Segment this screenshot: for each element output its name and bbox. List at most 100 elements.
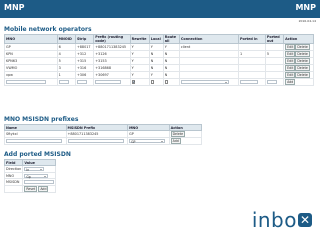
edit-button[interactable]: Edit — [285, 72, 296, 78]
ported-out-input[interactable] — [266, 80, 277, 84]
edit-button[interactable]: Edit — [285, 51, 296, 57]
delete-button[interactable]: Delete — [295, 72, 310, 78]
logo-x-icon: ✕ — [298, 213, 312, 227]
new-operator-row: Add — [4, 78, 314, 86]
input-cell — [93, 78, 131, 86]
value-cell: In — [22, 165, 57, 173]
inbox-logo: inbo ✕ — [252, 208, 312, 232]
action-cell: Edit Delete — [283, 43, 314, 51]
mno-select[interactable]: GP — [129, 139, 166, 144]
empty-cell — [3, 185, 24, 194]
route-all-checkbox[interactable] — [164, 80, 169, 84]
connection-value — [178, 71, 240, 79]
action-cell: Add — [168, 137, 203, 145]
mno-name: KPN — [4, 50, 58, 58]
col-header: Ported out — [264, 34, 285, 44]
prefix-value: +316868 — [93, 64, 131, 72]
prefix-value: +3153 — [93, 57, 131, 65]
field-label: MSISDN — [3, 178, 24, 187]
ported-out-count — [264, 57, 285, 65]
section-title-operators: Mobile network operators — [4, 26, 92, 33]
input-cell — [178, 78, 240, 86]
strip-value: +306 — [74, 71, 95, 79]
prefix-name: Sftykxl — [4, 130, 67, 138]
ported-out-count — [264, 64, 285, 72]
delete-button[interactable]: Delete — [295, 58, 310, 64]
local-checkbox[interactable] — [150, 80, 155, 84]
strip-value: +312 — [74, 50, 95, 58]
col-header: Prefix (routing code) — [93, 34, 131, 44]
table-row: KPN63 5 +315 +3153 Y N N Edit Delete — [4, 57, 314, 65]
delete-button[interactable]: Delete — [295, 51, 310, 57]
edit-button[interactable]: Edit — [285, 58, 296, 64]
prefixes-table: Name MSISDN Prefix MNO Action Sftykxl +8… — [4, 124, 203, 145]
msisdn-input[interactable] — [24, 180, 55, 185]
rewrite-flag: Y — [129, 64, 150, 72]
mno-id: 3 — [56, 64, 76, 72]
prefix-value-input[interactable] — [67, 139, 124, 143]
form-actions-row: Reset Add — [3, 185, 57, 194]
value-cell — [22, 178, 57, 187]
table-row: vpw 1 +306 +30697 Y Y N Edit Delete — [4, 71, 314, 79]
connection-value: client — [178, 43, 240, 51]
prefix-value: +3126 — [93, 50, 131, 58]
connection-select[interactable] — [180, 80, 229, 84]
ported-in-count — [238, 71, 266, 79]
rewrite-checkbox[interactable] — [131, 80, 136, 84]
section-title-prefixes: MNO MSISDN prefixes — [4, 116, 79, 123]
add-ported-button[interactable]: Add — [38, 186, 49, 193]
action-cell: Delete — [168, 130, 203, 138]
prefix-value: +8801711383245 — [93, 43, 131, 51]
delete-button[interactable]: Delete — [295, 44, 310, 50]
date-label: 2016-04-14 — [298, 19, 316, 23]
value-cell: Gp — [22, 171, 57, 180]
local-flag: N — [148, 50, 164, 58]
col-header: Ported in — [238, 34, 266, 44]
mno-select[interactable]: Gp — [24, 173, 49, 179]
route-all-flag: N — [162, 71, 180, 79]
ported-in-count — [238, 57, 266, 65]
app-header: MNP MNP — [0, 0, 320, 18]
operators-header-row: MNO MNOID Strip Prefix (routing code) Re… — [4, 34, 314, 44]
mno-name: KPN63 — [4, 57, 58, 65]
operators-table: MNO MNOID Strip Prefix (routing code) Re… — [4, 34, 314, 86]
local-flag: N — [148, 57, 164, 65]
delete-button[interactable]: Delete — [295, 65, 310, 71]
mno-id: 5 — [56, 57, 76, 65]
mno-input[interactable] — [6, 80, 46, 84]
delete-button[interactable]: Delete — [170, 131, 186, 137]
prefix-input[interactable] — [95, 80, 122, 84]
mno-name: GP — [4, 43, 58, 51]
strip-value: +316 — [74, 64, 95, 72]
add-operator-button[interactable]: Add — [285, 79, 296, 85]
rewrite-flag: Y — [129, 50, 150, 58]
direction-select[interactable]: In — [24, 166, 45, 172]
mno-id: 6 — [56, 43, 76, 51]
col-header: MNO — [4, 34, 58, 44]
mno-id: 4 — [56, 50, 76, 58]
rewrite-flag: Y — [129, 57, 150, 65]
add-prefix-button[interactable]: Add — [170, 138, 181, 144]
connection-value — [178, 64, 240, 72]
rewrite-flag: Y — [129, 43, 150, 51]
ported-in-input[interactable] — [240, 80, 258, 84]
ported-out-count: 5 — [264, 50, 285, 58]
reset-button[interactable]: Reset — [24, 186, 38, 193]
input-cell — [162, 78, 180, 86]
ported-out-count — [264, 43, 285, 51]
new-mno-cell: GP — [127, 137, 170, 145]
input-cell — [264, 78, 285, 86]
edit-button[interactable]: Edit — [285, 44, 296, 50]
prefix-name-input[interactable] — [6, 139, 62, 143]
mnoid-input[interactable] — [58, 80, 69, 84]
field-label: MNO — [3, 171, 24, 180]
action-cell: Add — [283, 78, 314, 86]
strip-input[interactable] — [76, 80, 87, 84]
new-name-cell — [4, 137, 67, 145]
field-label: Direction — [3, 165, 24, 173]
edit-button[interactable]: Edit — [285, 65, 296, 71]
action-cell: Edit Delete — [283, 57, 314, 65]
col-header: Route all — [162, 34, 180, 44]
ported-out-count — [264, 71, 285, 79]
col-header: Local — [148, 34, 164, 44]
